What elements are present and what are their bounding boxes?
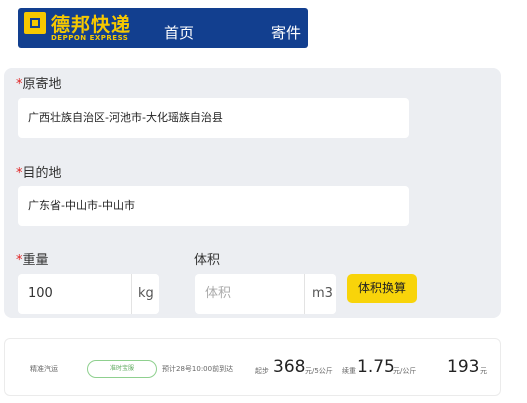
nav-send-package[interactable]: 寄件 bbox=[271, 22, 301, 43]
weight-label: *重量 bbox=[16, 253, 49, 268]
service-badge: 准时宝服 bbox=[87, 360, 157, 378]
origin-label: *原寄地 bbox=[16, 77, 62, 92]
eta-text: 预计28号10:00前到达 bbox=[162, 365, 234, 373]
quote-result-row[interactable]: 精准汽运 准时宝服 预计28号10:00前到达 起步 368 元/5公斤 续重 … bbox=[4, 338, 501, 396]
shipping-quote-page: 德邦快递 DEPPON EXPRESS 首页 寄件 *原寄地 广西壮族自治区-河… bbox=[0, 0, 527, 403]
first-weight-price: 368 bbox=[273, 357, 306, 377]
top-nav-bar: 德邦快递 DEPPON EXPRESS 首页 寄件 bbox=[18, 8, 308, 48]
volume-label: 体积 bbox=[194, 253, 221, 268]
first-weight-label: 起步 bbox=[255, 367, 269, 375]
product-name: 精准汽运 bbox=[30, 365, 58, 373]
destination-input[interactable]: 广东省-中山市-中山市 bbox=[18, 186, 409, 226]
nav-home[interactable]: 首页 bbox=[164, 22, 194, 43]
total-unit: 元 bbox=[480, 367, 487, 375]
origin-input[interactable]: 广西壮族自治区-河池市-大化瑶族自治县 bbox=[18, 98, 409, 138]
destination-label: *目的地 bbox=[16, 166, 62, 181]
volume-convert-button[interactable]: 体积换算 bbox=[347, 274, 417, 303]
rate-unit: 元/公斤 bbox=[393, 367, 417, 375]
first-weight-unit: 元/5公斤 bbox=[305, 367, 333, 375]
deppon-logo[interactable]: 德邦快递 DEPPON EXPRESS bbox=[24, 12, 164, 44]
weight-unit: kg bbox=[138, 286, 154, 301]
rate-price: 1.75 bbox=[357, 357, 395, 377]
rate-label: 续重 bbox=[342, 367, 356, 375]
total-price: 193 bbox=[447, 357, 480, 377]
volume-unit: m3 bbox=[312, 286, 333, 301]
logo-text-en: DEPPON EXPRESS bbox=[51, 34, 129, 42]
deppon-logo-icon bbox=[24, 12, 46, 34]
logo-text-cn: 德邦快递 bbox=[51, 14, 132, 36]
